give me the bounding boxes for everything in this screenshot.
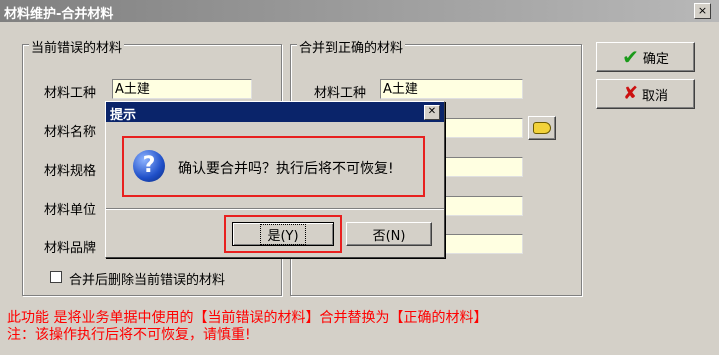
dialog-close-button[interactable]: ✕ bbox=[424, 105, 440, 120]
left-field-craft[interactable]: A土建 bbox=[112, 79, 252, 99]
question-icon: ? bbox=[133, 150, 165, 182]
left-label-brand: 材料品牌 bbox=[44, 241, 97, 256]
green-check-icon: ✔ bbox=[622, 45, 639, 69]
confirm-label: 确定 bbox=[642, 51, 669, 67]
confirm-button[interactable]: ✔ 确定 bbox=[596, 42, 695, 72]
delete-after-merge-checkbox[interactable] bbox=[50, 271, 62, 283]
cancel-button[interactable]: ✘ 取消 bbox=[596, 79, 695, 109]
right-field-craft[interactable]: A土建 bbox=[380, 79, 523, 99]
left-label-craft: 材料工种 bbox=[44, 86, 97, 101]
left-label-name: 材料名称 bbox=[44, 125, 97, 140]
no-button[interactable]: 否(N) bbox=[346, 222, 432, 246]
dialog-title: 提示 bbox=[110, 108, 137, 123]
dialog-separator bbox=[106, 208, 444, 210]
yes-button[interactable]: 是(Y) bbox=[232, 222, 334, 246]
pointing-hand-icon bbox=[533, 122, 551, 134]
window-close-button[interactable]: × bbox=[694, 3, 711, 19]
left-label-spec: 材料规格 bbox=[44, 164, 97, 179]
yes-label: 是(Y) bbox=[260, 223, 306, 245]
no-label: 否(N) bbox=[372, 228, 406, 244]
dialog-message: 确认要合并吗？执行后将不可恢复! bbox=[178, 161, 394, 177]
pick-material-button[interactable] bbox=[528, 116, 556, 140]
title-bar: 材料维护-合并材料 × bbox=[0, 0, 719, 22]
window-title: 材料维护-合并材料 bbox=[4, 7, 114, 22]
delete-after-merge-label: 合并后删除当前错误的材料 bbox=[69, 273, 226, 288]
dialog-title-bar: 提示 ✕ bbox=[106, 102, 444, 123]
confirm-dialog: 提示 ✕ ? 确认要合并吗？执行后将不可恢复! 是(Y) 否(N) bbox=[105, 101, 445, 258]
red-x-icon: ✘ bbox=[622, 83, 639, 104]
right-label-craft: 材料工种 bbox=[314, 86, 367, 101]
footer-note-line2: 注：该操作执行后将不可恢复，请慎重! bbox=[7, 327, 251, 343]
merge-material-window: 材料维护-合并材料 × 当前错误的材料 材料工种 A土建 材料名称 材料规格 材… bbox=[0, 0, 719, 355]
left-label-unit: 材料单位 bbox=[44, 203, 97, 218]
right-group-legend: 合并到正确的材料 bbox=[297, 37, 406, 56]
cancel-label: 取消 bbox=[642, 88, 669, 104]
left-group-legend: 当前错误的材料 bbox=[29, 37, 125, 56]
